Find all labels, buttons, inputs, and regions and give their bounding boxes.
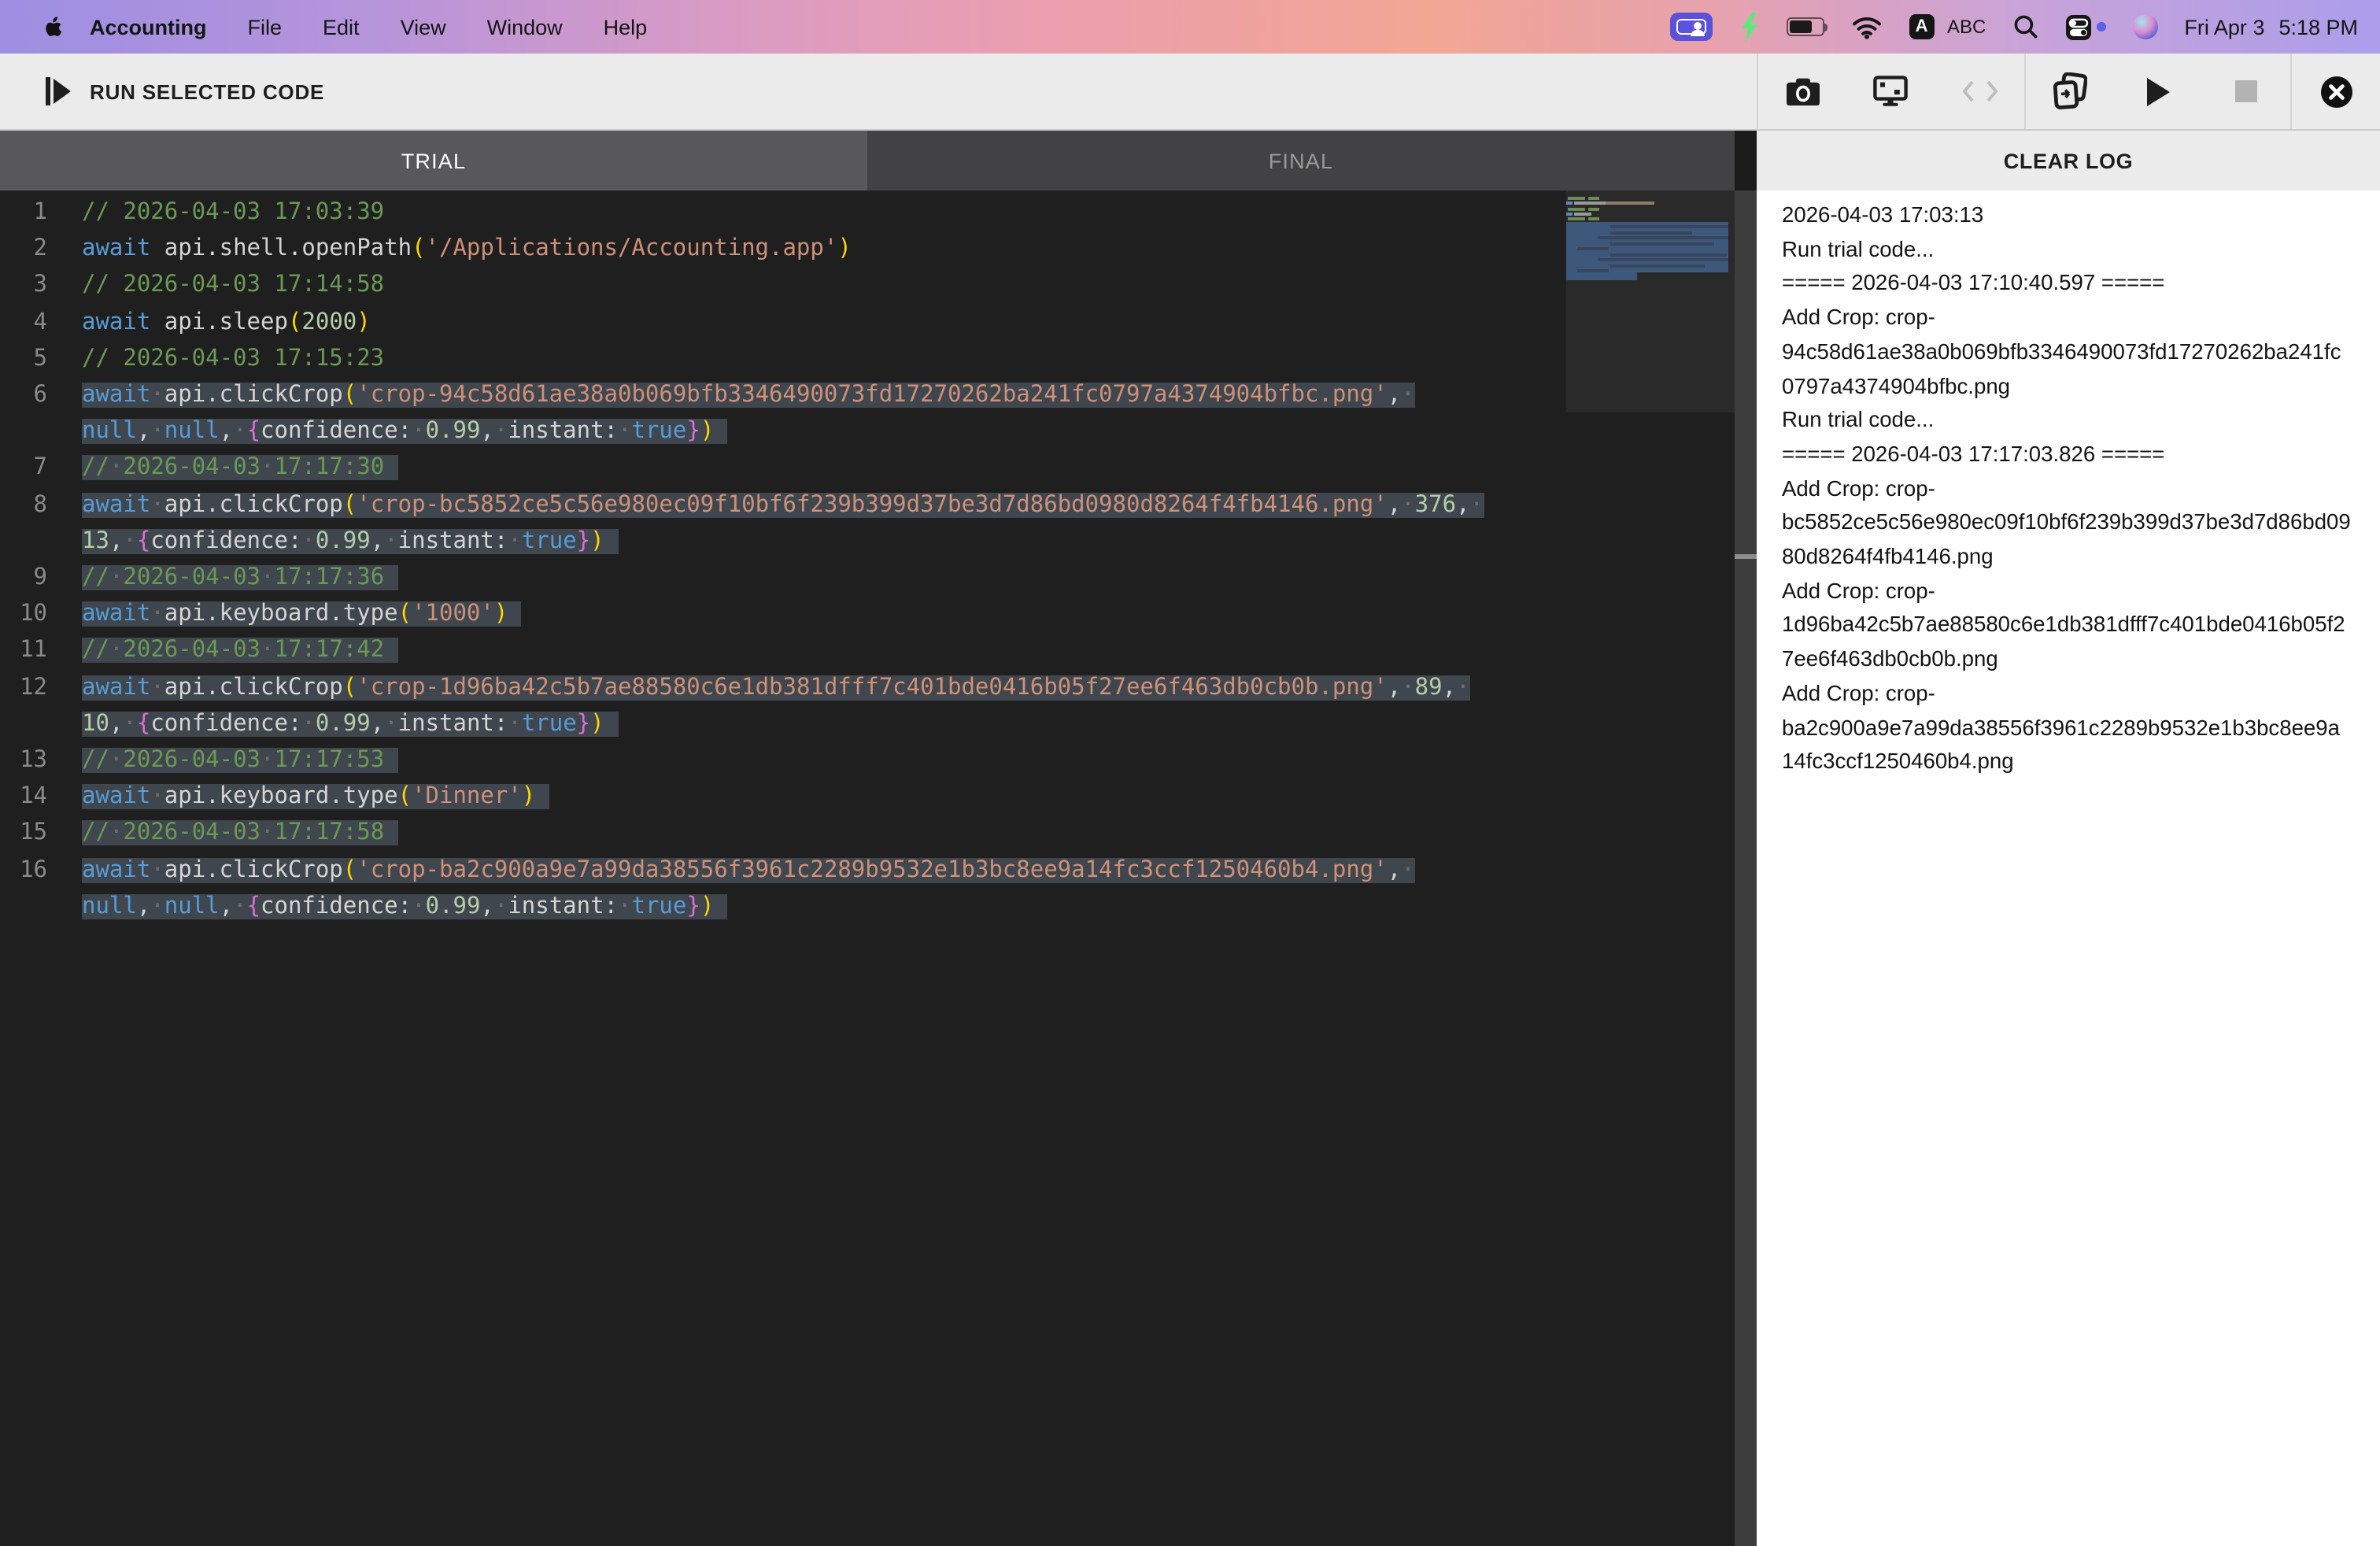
close-icon[interactable] [2314, 69, 2358, 113]
apple-menu-icon[interactable] [31, 13, 69, 40]
code-line: 3// 2026-04-03 17:14:58 [0, 268, 1735, 305]
log-line: ===== 2026-04-03 17:10:40.597 ===== [1782, 271, 2165, 295]
tab-final[interactable]: FINAL [867, 131, 1735, 190]
control-center-icon[interactable] [2064, 13, 2091, 40]
input-source-icon[interactable]: A [1909, 13, 1935, 40]
panel-toolbar [1757, 54, 2380, 129]
screen-sharing-icon[interactable] [1669, 13, 1713, 41]
log-output[interactable]: 2026-04-03 17:03:13 Run trial code... ====… [1757, 190, 2380, 1546]
screen: Accounting File Edit View Window Help A ABC [0, 0, 2380, 1546]
code-lines: 1// 2026-04-03 17:03:39 2 await api.shell.… [0, 195, 1735, 926]
tab-bar: TRIAL FINAL [0, 131, 1735, 190]
code-line: 12 await·api.clickCrop('crop-1d96ba42c5b7… [0, 670, 1735, 743]
log-line: Run trial code... [1782, 237, 1935, 261]
spotlight-icon[interactable] [2012, 14, 2038, 39]
play-icon[interactable] [2136, 69, 2180, 113]
code-line: 5// 2026-04-03 17:15:23 [0, 342, 1735, 378]
code-line: 13//·2026-04-03·17:17:53 [0, 743, 1735, 779]
menu-item-edit[interactable]: Edit [323, 15, 360, 39]
code-line: 1// 2026-04-03 17:03:39 [0, 195, 1735, 231]
line-number: 6 [33, 383, 47, 409]
line-number: 5 [33, 346, 47, 372]
toolbar: RUN SELECTED CODE [0, 54, 2380, 131]
splitter-handle[interactable] [1735, 554, 1757, 559]
panel-splitter[interactable] [1735, 131, 1757, 1546]
log-line: Add Crop: crop-94c58d61ae38a0b069bfb3346… [1782, 305, 2341, 398]
menu-app-name[interactable]: Accounting [90, 15, 207, 39]
log-line: Add Crop: crop-1d96ba42c5b7ae88580c6e1db… [1782, 579, 2345, 671]
line-number: 14 [20, 784, 47, 810]
menu-item-help[interactable]: Help [604, 15, 648, 39]
code-line: 6 await·api.clickCrop('crop-94c58d61ae38a… [0, 378, 1735, 451]
line-number: 9 [33, 565, 47, 591]
wifi-icon[interactable] [1850, 15, 1882, 39]
input-source-label[interactable]: ABC [1947, 16, 1986, 38]
run-selected-code-button[interactable]: RUN SELECTED CODE [0, 54, 1757, 129]
code-line: 16 await·api.clickCrop('crop-ba2c900a9e7a… [0, 853, 1735, 926]
code-line: 14 await·api.keyboard.type('Dinner') [0, 780, 1735, 816]
code-editor[interactable]: 1// 2026-04-03 17:03:39 2 await api.shell.… [0, 190, 1735, 1546]
line-number: 4 [33, 309, 47, 335]
line-number: 15 [20, 820, 47, 846]
code-line: 8 await·api.clickCrop('crop-bc5852ce5c56e… [0, 487, 1735, 560]
battery-icon[interactable] [1786, 17, 1828, 36]
clock-date: Fri Apr 3 [2184, 15, 2265, 39]
run-selected-icon [46, 77, 71, 105]
content-row: TRIAL FINAL 1// 2026-04-03 17:03:39 2 awai… [0, 131, 2380, 1546]
menu-item-file[interactable]: File [248, 15, 283, 39]
code-line: 9//·2026-04-03·17:17:36 [0, 560, 1735, 597]
status-bar: A ABC Fri Apr 3 5:18 PM [1669, 12, 2358, 42]
bolt-icon[interactable] [1739, 12, 1759, 42]
camera-icon[interactable] [1780, 69, 1824, 113]
line-number: 10 [20, 601, 47, 627]
code-line: 15//·2026-04-03·17:17:58 [0, 816, 1735, 853]
log-line: Add Crop: crop-ba2c900a9e7a99da38556f396… [1782, 681, 2340, 774]
menu-item-view[interactable]: View [401, 15, 446, 39]
line-number: 1 [33, 200, 47, 225]
code-line: 7//·2026-04-03·17:17:30 [0, 451, 1735, 487]
code-line: 2 await api.shell.openPath('/Applications… [0, 231, 1735, 268]
notification-dot [2096, 22, 2106, 31]
menu-item-window[interactable]: Window [487, 15, 563, 39]
duplicate-run-icon[interactable] [2048, 69, 2092, 113]
code-line: 4 await api.sleep(2000) [0, 305, 1735, 341]
line-number: 7 [33, 455, 47, 481]
menu-items: File Edit View Window Help [227, 15, 668, 39]
code-editor-area: TRIAL FINAL 1// 2026-04-03 17:03:39 2 awai… [0, 131, 1735, 1546]
log-line: ===== 2026-04-03 17:17:03.826 ===== [1782, 442, 2165, 466]
code-line: 11//·2026-04-03·17:17:42 [0, 634, 1735, 670]
line-number: 8 [33, 492, 47, 518]
clock-time: 5:18 PM [2278, 15, 2358, 39]
line-number: 11 [20, 638, 47, 664]
code-icon [1958, 69, 2002, 113]
stop-icon [2224, 69, 2268, 113]
line-number: 2 [33, 236, 47, 262]
log-line: Add Crop: crop-bc5852ce5c56e980ec09f10bf… [1782, 476, 2351, 569]
log-panel: CLEAR LOG 2026-04-03 17:03:13 Run trial c… [1757, 131, 2380, 1546]
log-line: Run trial code... [1782, 408, 1935, 432]
line-number: 13 [20, 748, 47, 774]
log-line: 2026-04-03 17:03:13 [1782, 203, 1984, 227]
line-number: 3 [33, 272, 47, 298]
menu-bar: Accounting File Edit View Window Help A ABC [0, 0, 2380, 54]
code-line: 10 await·api.keyboard.type('1000') [0, 597, 1735, 633]
tab-trial[interactable]: TRIAL [0, 131, 867, 190]
minimap[interactable] [1566, 190, 1735, 1546]
menu-bar-clock[interactable]: Fri Apr 3 5:18 PM [2184, 15, 2358, 39]
clear-log-button[interactable]: CLEAR LOG [1757, 131, 2380, 190]
display-capture-icon[interactable] [1869, 69, 1913, 113]
line-number: 12 [20, 675, 47, 701]
siri-icon[interactable] [2132, 14, 2158, 39]
line-number: 16 [20, 857, 47, 883]
run-selected-label: RUN SELECTED CODE [90, 80, 325, 103]
